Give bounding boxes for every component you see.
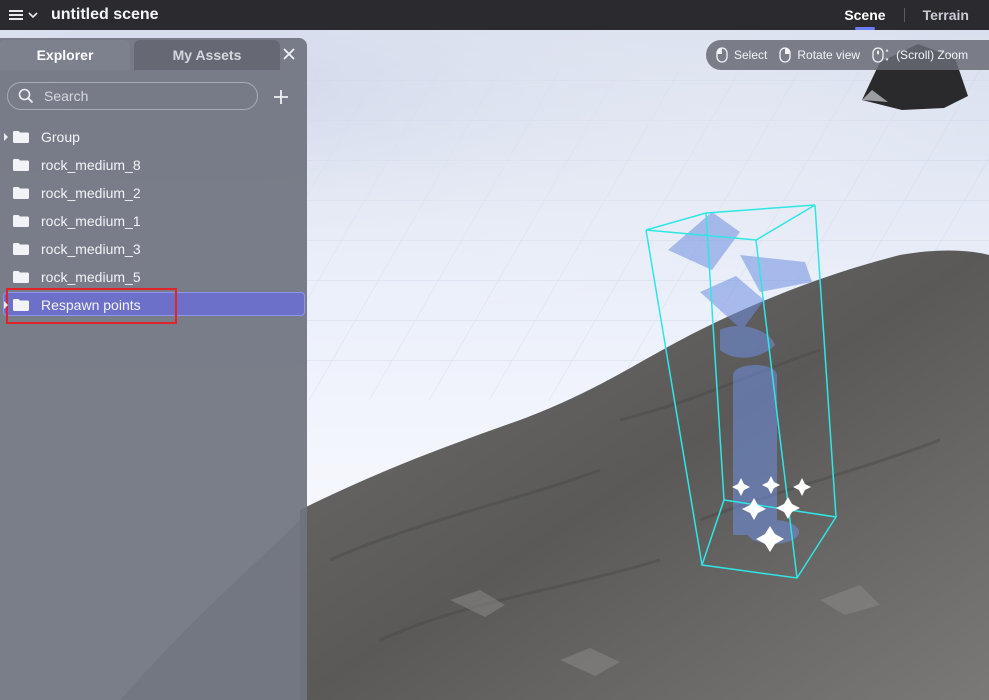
mode-tabs: Scene Terrain xyxy=(838,0,975,30)
caret-right-icon[interactable] xyxy=(3,301,9,309)
panel-tabs: Explorer My Assets xyxy=(0,38,307,70)
search-box[interactable] xyxy=(7,82,258,110)
search-icon xyxy=(18,88,34,104)
mouse-right-click-icon xyxy=(779,47,792,63)
scene-tree: Group rock_medium_8 rock_medium_2 rock_m… xyxy=(0,123,307,319)
main-menu-button[interactable] xyxy=(8,8,39,22)
search-row xyxy=(0,70,307,116)
folder-icon xyxy=(13,131,29,143)
tree-item-label: Group xyxy=(41,129,80,145)
tree-item-rock-medium-1[interactable]: rock_medium_1 xyxy=(0,207,307,235)
tree-item-respawn-points[interactable]: Respawn points xyxy=(0,291,307,319)
close-icon[interactable] xyxy=(281,46,297,62)
folder-icon xyxy=(13,243,29,255)
top-bar: untitled scene Scene Terrain xyxy=(0,0,989,30)
folder-icon xyxy=(13,187,29,199)
folder-icon xyxy=(13,159,29,171)
hint-label: Select xyxy=(734,48,768,62)
tab-divider xyxy=(903,8,905,22)
hint-select: Select xyxy=(716,47,767,63)
folder-icon xyxy=(13,215,29,227)
hint-zoom: (Scroll) Zoom xyxy=(872,47,968,63)
viewport-controls-hint: Select Rotate view (Scroll) Zoom xyxy=(706,40,989,70)
tab-scene[interactable]: Scene xyxy=(838,7,891,23)
mouse-left-click-icon xyxy=(716,47,728,63)
tree-item-label: Respawn points xyxy=(41,297,141,313)
search-input[interactable] xyxy=(42,87,236,105)
hamburger-icon xyxy=(9,10,23,20)
tab-terrain[interactable]: Terrain xyxy=(917,7,975,23)
scene-title: untitled scene xyxy=(51,6,159,23)
tab-explorer[interactable]: Explorer xyxy=(0,40,130,70)
mouse-scroll-icon xyxy=(872,47,889,63)
tree-item-rock-medium-3[interactable]: rock_medium_3 xyxy=(0,235,307,263)
tree-item-rock-medium-2[interactable]: rock_medium_2 xyxy=(0,179,307,207)
hint-rotate: Rotate view xyxy=(779,47,860,63)
tree-item-rock-medium-8[interactable]: rock_medium_8 xyxy=(0,151,307,179)
tree-item-label: rock_medium_3 xyxy=(41,241,141,257)
tab-my-assets[interactable]: My Assets xyxy=(134,40,280,70)
tree-item-group[interactable]: Group xyxy=(0,123,307,151)
add-icon[interactable] xyxy=(272,88,290,106)
tree-item-label: rock_medium_2 xyxy=(41,185,141,201)
tree-item-rock-medium-5[interactable]: rock_medium_5 xyxy=(0,263,307,291)
folder-icon xyxy=(13,299,29,311)
explorer-panel: Explorer My Assets Group rock_medium_8 xyxy=(0,38,307,700)
tree-item-label: rock_medium_1 xyxy=(41,213,141,229)
tree-item-label: rock_medium_8 xyxy=(41,157,141,173)
caret-right-icon[interactable] xyxy=(3,133,9,141)
hint-label: (Scroll) Zoom xyxy=(896,48,969,62)
tree-item-label: rock_medium_5 xyxy=(41,269,141,285)
chevron-down-icon xyxy=(28,12,38,19)
folder-icon xyxy=(13,271,29,283)
hint-label: Rotate view xyxy=(797,48,861,62)
